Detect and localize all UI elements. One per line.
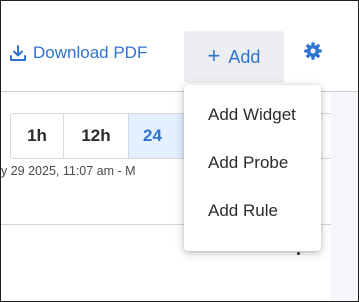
more-options-icon[interactable] [297, 252, 300, 255]
plus-icon: + [207, 43, 221, 68]
menu-item-add-probe[interactable]: Add Probe [184, 139, 321, 187]
add-button-label: Add [228, 46, 261, 67]
scroll-area [331, 92, 358, 301]
add-button[interactable]: + Add [184, 31, 284, 83]
menu-item-add-widget[interactable]: Add Widget [184, 91, 321, 139]
settings-button[interactable] [299, 39, 327, 67]
download-pdf-label: Download PDF [33, 43, 148, 62]
range-1h-button[interactable]: 1h [11, 114, 64, 158]
app-frame: Download PDF + Add 1h 12h 24 y 29 2025, … [0, 0, 359, 302]
download-pdf-button[interactable]: Download PDF [9, 40, 147, 66]
menu-item-add-rule[interactable]: Add Rule [184, 187, 321, 235]
range-12h-button[interactable]: 12h [64, 114, 129, 158]
download-icon [9, 44, 27, 62]
add-menu: Add Widget Add Probe Add Rule [184, 85, 321, 251]
gear-icon [303, 41, 323, 66]
toolbar: Download PDF + Add [1, 1, 358, 92]
